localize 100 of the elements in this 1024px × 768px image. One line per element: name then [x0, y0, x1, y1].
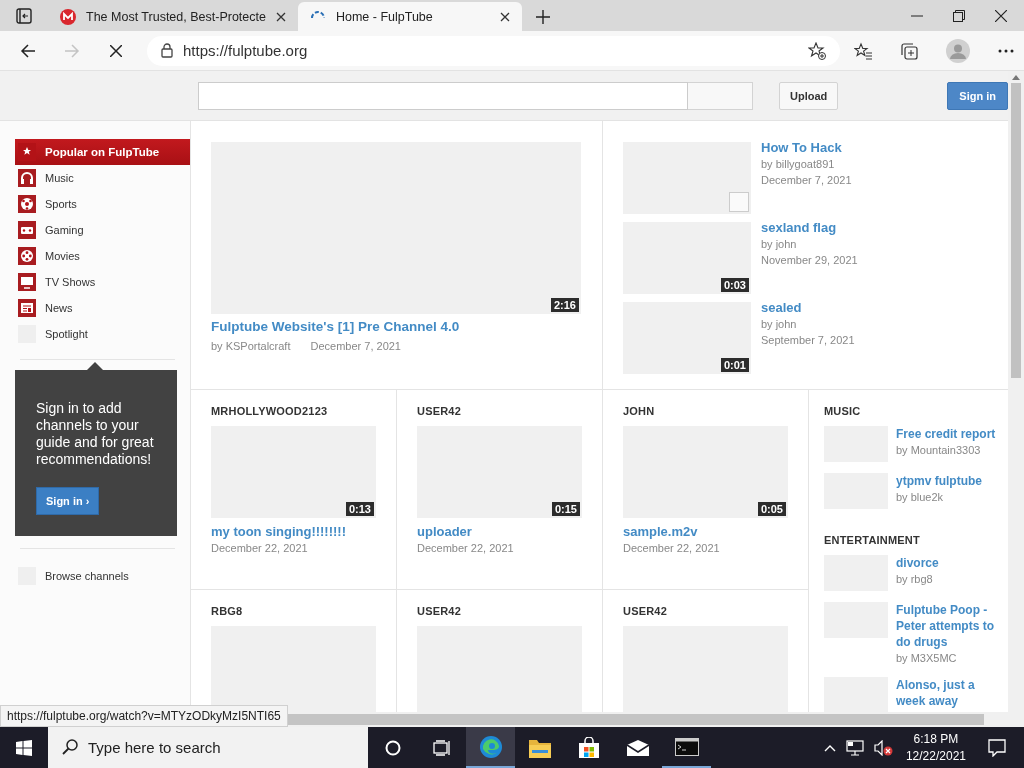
video-duration: 0:13	[345, 502, 374, 516]
task-view-icon[interactable]	[432, 739, 451, 756]
video-thumbnail[interactable]: 2:16	[211, 142, 581, 314]
restore-icon[interactable]	[953, 9, 965, 22]
video-date: December 22, 2021	[211, 541, 309, 556]
status-url-tooltip: https://fulptube.org/watch?v=MTYzODkyMzI5NTI65	[0, 705, 288, 727]
video-thumbnail[interactable]	[623, 142, 751, 214]
channel-name[interactable]: JOHN	[623, 405, 788, 417]
guide-item[interactable]: Music	[15, 165, 190, 191]
category-heading: ENTERTAINMENT	[824, 534, 921, 546]
collections-icon[interactable]	[900, 41, 918, 60]
video-author: by M3X5MC	[896, 651, 958, 666]
video-thumbnail[interactable]: 0:15	[417, 426, 582, 518]
video-thumbnail[interactable]: 0:05	[623, 426, 788, 518]
guide-item[interactable]: Sports	[15, 191, 190, 217]
stop-icon[interactable]	[110, 44, 122, 57]
video-title[interactable]: Free credit report	[896, 426, 996, 442]
guide-item[interactable]: TV Shows	[15, 269, 190, 295]
mail-envelope-icon[interactable]	[625, 738, 650, 757]
video-thumbnail[interactable]: 0:13	[211, 426, 376, 518]
video-title[interactable]: sample.m2v	[623, 524, 788, 540]
guide-item[interactable]: Movies	[15, 243, 190, 269]
terminal-icon[interactable]	[674, 737, 699, 756]
video-thumbnail[interactable]: 0:01	[623, 302, 751, 374]
search-icon	[62, 739, 78, 755]
video-thumbnail[interactable]: 0:03	[623, 222, 751, 294]
favorites-icon[interactable]	[854, 41, 872, 60]
channel-name[interactable]: USER42	[417, 605, 582, 617]
tab-actions-icon[interactable]	[16, 7, 32, 24]
vertical-scrollbar[interactable]	[1011, 83, 1021, 378]
video-title[interactable]: ytpmv fulptube	[896, 473, 982, 489]
scroll-up-icon[interactable]	[1012, 75, 1020, 80]
video-thumbnail[interactable]	[211, 626, 376, 712]
video-author: by rbg8	[896, 572, 934, 587]
video-date: September 7, 2021	[761, 333, 855, 348]
video-author: by blue2k	[896, 490, 945, 505]
guide-item[interactable]: News	[15, 295, 190, 321]
video-title[interactable]: Fulptube Poop - Peter attempts to do drugs	[896, 602, 996, 650]
browser-tab[interactable]: Home - FulpTube	[297, 2, 522, 31]
clock-time[interactable]: 6:18 PM	[913, 730, 959, 748]
tv-icon	[18, 273, 36, 291]
video-title[interactable]: How To Hack	[761, 140, 852, 156]
upload-button[interactable]: Upload	[779, 81, 839, 110]
windows-logo-icon[interactable]	[16, 739, 32, 756]
channel-name[interactable]: MRHOLLYWOOD2123	[211, 405, 376, 417]
video-duration: 2:16	[550, 298, 579, 312]
category-heading: MUSIC	[824, 405, 862, 417]
taskbar-search-field[interactable]: Type here to search	[48, 727, 368, 768]
close-icon[interactable]	[275, 11, 286, 22]
video-title[interactable]: my toon singing!!!!!!!!	[211, 524, 376, 540]
more-options-icon[interactable]	[998, 48, 1014, 53]
video-author: by john	[761, 317, 798, 332]
new-tab-icon[interactable]	[535, 9, 550, 24]
network-icon[interactable]	[845, 739, 864, 756]
close-icon[interactable]	[499, 11, 510, 22]
store-bag-icon[interactable]	[577, 736, 600, 759]
channel-name[interactable]: USER42	[623, 605, 788, 617]
video-title[interactable]: Alonso, just a week away	[896, 677, 996, 709]
cortana-circle-icon[interactable]	[384, 739, 401, 756]
browser-app-icon[interactable]	[478, 734, 503, 759]
video-title[interactable]: uploader	[417, 524, 582, 540]
guide-item[interactable]: Spotlight	[15, 321, 190, 347]
ball-icon	[18, 195, 36, 213]
callout-pointer-icon	[87, 362, 103, 370]
channel-name[interactable]: RBG8	[211, 605, 376, 617]
back-arrow-icon[interactable]	[20, 42, 36, 59]
browser-tab[interactable]: The Most Trusted, Best-Protecte	[48, 2, 298, 31]
add-favorite-icon[interactable]	[808, 41, 826, 60]
video-author: by KSPortalcraft	[211, 339, 291, 354]
video-date: December 22, 2021	[623, 541, 721, 556]
notification-icon[interactable]	[988, 738, 1006, 757]
video-date: November 29, 2021	[761, 253, 858, 268]
sign-in-button[interactable]: Sign in ›	[36, 487, 100, 515]
headphones-icon	[18, 169, 36, 187]
film-reel-icon	[18, 247, 36, 265]
sign-in-button[interactable]: Sign in	[947, 81, 1008, 110]
video-duration: 0:15	[551, 502, 580, 516]
chevron-up-icon[interactable]	[823, 743, 836, 752]
address-bar[interactable]: https://fulptube.org	[147, 35, 840, 66]
video-title[interactable]: Fulptube Website's [1] Pre Channel 4.0	[211, 319, 582, 335]
close-icon[interactable]	[995, 9, 1007, 22]
guide-item[interactable]: Popular on FulpTube	[15, 139, 190, 165]
video-duration: 0:03	[720, 278, 749, 292]
video-author: by billygoat891	[761, 157, 836, 172]
video-title[interactable]: divorce	[896, 555, 939, 571]
promo-text: Sign in to add channels to your guide and for great recommendations!	[36, 400, 155, 468]
search-field[interactable]	[198, 81, 688, 110]
clock-date[interactable]: 12/22/2021	[905, 747, 966, 765]
video-title[interactable]: sealed	[761, 300, 855, 316]
brand-logo-icon[interactable]	[60, 8, 76, 25]
video-duration: 0:01	[720, 358, 749, 372]
muted-speaker-icon[interactable]	[873, 739, 894, 756]
guide-item[interactable]: Gaming	[15, 217, 190, 243]
profile-avatar-icon[interactable]	[946, 38, 970, 63]
video-date: December 7, 2021	[310, 339, 401, 354]
guide-item[interactable]: Browse channels	[15, 563, 190, 589]
video-date: December 7, 2021	[761, 173, 852, 188]
video-author: by Mountain3303	[896, 443, 982, 458]
channel-name[interactable]: USER42	[417, 405, 582, 417]
video-title[interactable]: sexland flag	[761, 220, 858, 236]
